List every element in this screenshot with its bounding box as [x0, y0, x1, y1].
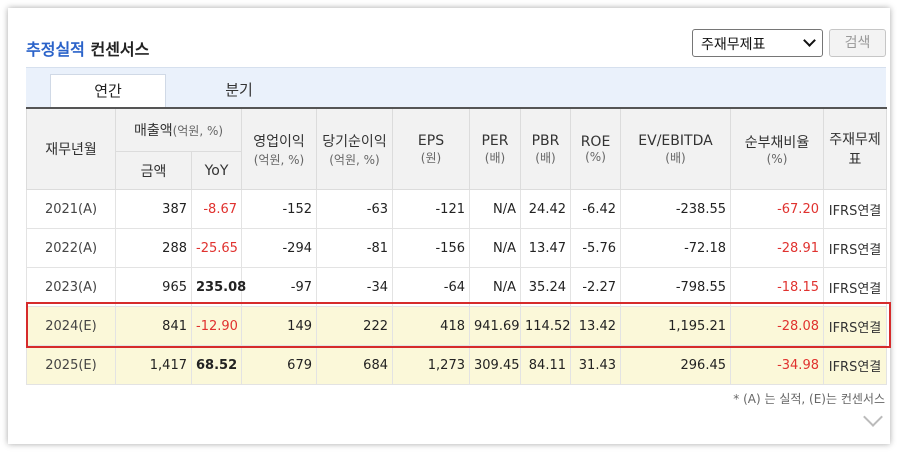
cell-ev: -72.18 [620, 228, 731, 268]
cell-pbr: 84.11 [520, 345, 571, 385]
table-header-row: 재무년월 매출액(억원, %) 영업이익 (억원, %) 당기순이익 (억원, %)… [26, 107, 887, 190]
cell-op: 149 [241, 306, 317, 346]
period-tabs: 연간 분기 [26, 67, 886, 108]
table-row: 2021(A) 387 -8.67 -152 -63 -121 N/A 24.4… [26, 189, 887, 229]
cell-op: -97 [241, 267, 317, 307]
cell-yoy: -12.90 [191, 306, 242, 346]
footnote: * (A) 는 실적, (E)는 컨센서스 [733, 392, 885, 406]
table-row: 2025(E) 1,417 68.52 679 684 1,273 309.45… [26, 345, 887, 385]
consensus-table: 재무년월 매출액(억원, %) 영업이익 (억원, %) 당기순이익 (억원, %)… [26, 107, 887, 385]
table-row: 2023(A) 965 235.08 -97 -34 -64 N/A 35.24… [26, 267, 887, 307]
cell-net: 222 [316, 306, 393, 346]
cell-year: 2021(A) [26, 189, 116, 229]
cell-statement: IFRS연결 [823, 267, 887, 307]
cell-sales: 965 [115, 267, 192, 307]
title-highlight: 추정실적 [26, 40, 85, 59]
search-button[interactable]: 검색 [829, 29, 886, 57]
cell-net: -34 [316, 267, 393, 307]
select-value: 주재무제표 [701, 37, 766, 53]
cell-per: 941.69 [469, 306, 521, 346]
cell-debt: -67.20 [730, 189, 824, 229]
cell-debt: -18.15 [730, 267, 824, 307]
cell-roe: -6.42 [570, 189, 621, 229]
header-roe: ROE (%) [570, 107, 621, 190]
cell-year: 2024(E) [26, 306, 116, 346]
cell-eps: -156 [392, 228, 470, 268]
cell-ev: 1,195.21 [620, 306, 731, 346]
cell-year: 2025(E) [26, 345, 116, 385]
cell-net: 684 [316, 345, 393, 385]
cell-yoy: -8.67 [191, 189, 242, 229]
cell-pbr: 114.52 [520, 306, 571, 346]
cell-statement: IFRS연결 [823, 306, 887, 346]
cell-year: 2023(A) [26, 267, 116, 307]
cell-debt: -28.91 [730, 228, 824, 268]
cell-statement: IFRS연결 [823, 228, 887, 268]
cell-eps: -64 [392, 267, 470, 307]
cell-per: N/A [469, 267, 521, 307]
cell-yoy: -25.65 [191, 228, 242, 268]
cell-pbr: 13.47 [520, 228, 571, 268]
header-statement: 주재무제표 [823, 107, 887, 190]
chevron-down-icon [803, 34, 816, 47]
title-rest: 컨센서스 [90, 40, 150, 59]
cell-eps: 1,273 [392, 345, 470, 385]
cell-roe: -5.76 [570, 228, 621, 268]
header-sales-amount: 금액 [115, 151, 192, 190]
header-net-debt: 순부채비율 (%) [730, 107, 824, 190]
header-sales: 매출액(억원, %) [115, 107, 242, 152]
table-row: 2022(A) 288 -25.65 -294 -81 -156 N/A 13.… [26, 228, 887, 268]
cell-statement: IFRS연결 [823, 189, 887, 229]
tab-quarterly[interactable]: 분기 [216, 74, 262, 108]
header-net: 당기순이익 (억원, %) [316, 107, 393, 190]
table-row-highlighted: 2024(E) 841 -12.90 149 222 418 941.69 11… [26, 306, 887, 346]
cell-yoy: 68.52 [191, 345, 242, 385]
header-sales-yoy: YoY [191, 151, 242, 190]
cell-pbr: 24.42 [520, 189, 571, 229]
cell-net: -63 [316, 189, 393, 229]
cell-sales: 841 [115, 306, 192, 346]
cell-statement: IFRS연결 [823, 345, 887, 385]
header-pbr: PBR (배) [520, 107, 571, 190]
cell-yoy: 235.08 [191, 267, 246, 307]
cell-pbr: 35.24 [520, 267, 571, 307]
cell-eps: 418 [392, 306, 470, 346]
cell-per: N/A [469, 189, 521, 229]
cell-ev: -798.55 [620, 267, 731, 307]
cell-roe: -2.27 [570, 267, 621, 307]
cell-sales: 288 [115, 228, 192, 268]
cell-op: -294 [241, 228, 317, 268]
cell-per: N/A [469, 228, 521, 268]
header-eps: EPS (원) [392, 107, 470, 190]
header-per: PER (배) [469, 107, 521, 190]
header-ev-ebitda: EV/EBITDA (배) [620, 107, 731, 190]
statement-type-select[interactable]: 주재무제표 [692, 29, 823, 57]
cell-sales: 1,417 [115, 345, 192, 385]
cell-debt: -28.08 [730, 306, 824, 346]
cell-op: -152 [241, 189, 317, 229]
cell-roe: 13.42 [570, 306, 621, 346]
section-title: 추정실적 컨센서스 [26, 36, 149, 60]
cell-ev: -238.55 [620, 189, 731, 229]
cell-per: 309.45 [469, 345, 521, 385]
header-op: 영업이익 (억원, %) [241, 107, 317, 190]
tab-annual[interactable]: 연간 [50, 74, 166, 108]
cell-sales: 387 [115, 189, 192, 229]
cell-eps: -121 [392, 189, 470, 229]
cell-debt: -34.98 [730, 345, 824, 385]
cell-net: -81 [316, 228, 393, 268]
header-year: 재무년월 [26, 107, 116, 190]
cell-ev: 296.45 [620, 345, 731, 385]
cell-roe: 31.43 [570, 345, 621, 385]
cell-op: 679 [241, 345, 317, 385]
cell-year: 2022(A) [26, 228, 116, 268]
